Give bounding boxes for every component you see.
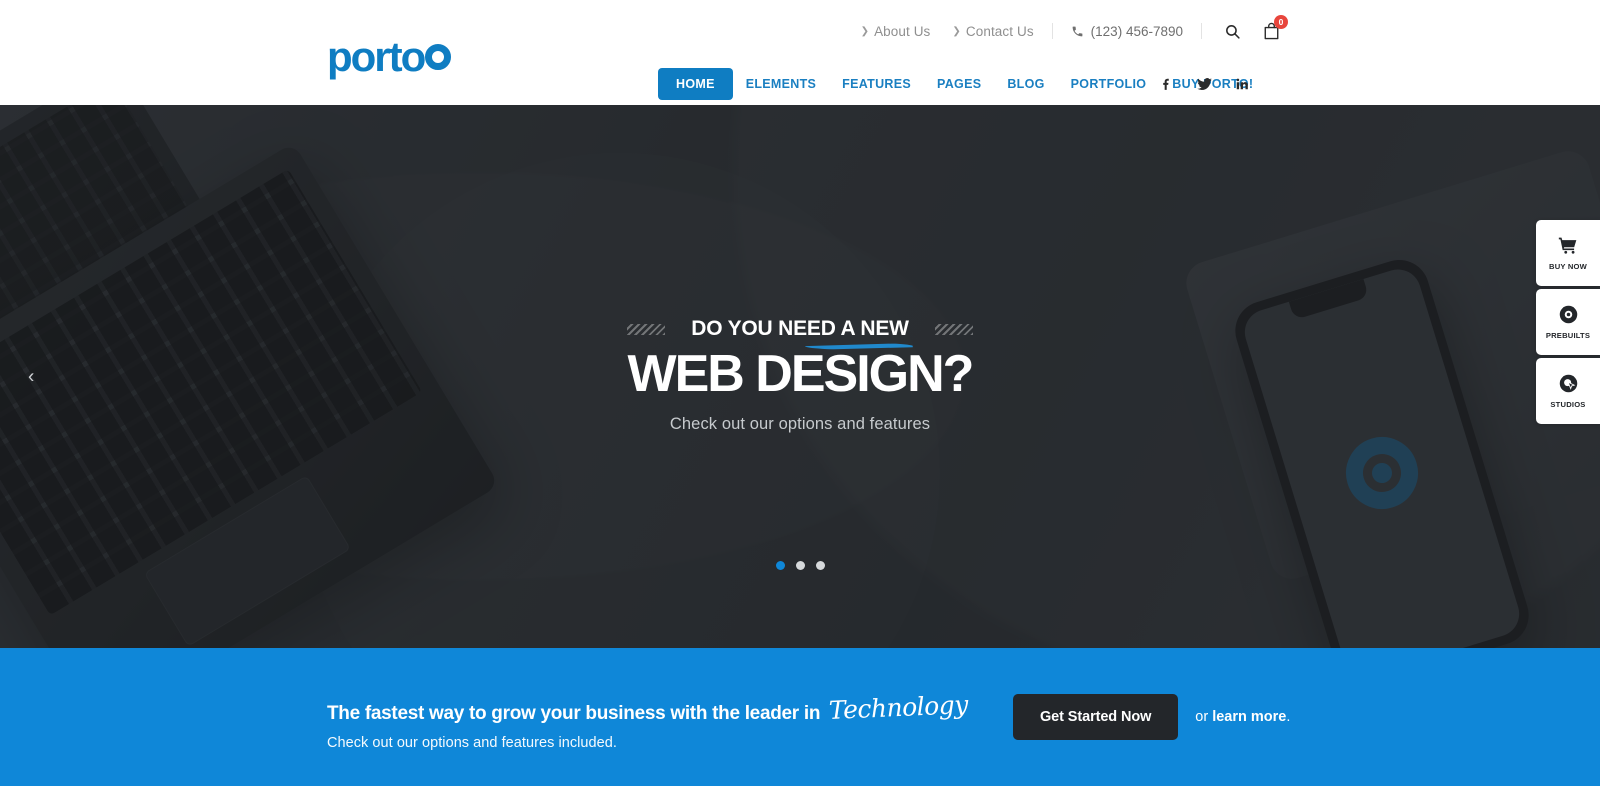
cta-banner: The fastest way to grow your business wi… <box>0 648 1600 786</box>
learn-more-link[interactable]: learn more <box>1212 709 1286 725</box>
stripe-decoration-right <box>934 323 973 335</box>
divider <box>1201 23 1202 39</box>
nav-item-features[interactable]: FEATURES <box>829 68 924 100</box>
phone-number[interactable]: (123) 456-7890 <box>1071 24 1183 39</box>
twitter-icon <box>1197 77 1212 90</box>
search-icon <box>1226 24 1240 39</box>
top-bar-icons: 0 <box>1224 15 1288 40</box>
cta-subtitle: Check out our options and features inclu… <box>327 735 617 751</box>
top-bar: ❯ About Us ❯ Contact Us (123) 456-7890 0 <box>0 0 1600 62</box>
cta-or-text: or <box>1195 709 1213 725</box>
top-link-about-us[interactable]: ❯ About Us <box>861 24 931 39</box>
logo-ring-icon <box>425 44 452 70</box>
side-tab-buy-now[interactable]: BUY NOW <box>1536 220 1600 286</box>
side-tab-prebuilts[interactable]: PREBUILTS <box>1536 289 1600 355</box>
chevron-right-icon: ❯ <box>952 25 961 37</box>
cart-button[interactable]: 0 <box>1263 15 1288 40</box>
carousel-pagination <box>0 561 1600 570</box>
hero-slider: ‹ DO YOU NEED A NEW WEB DESIGN? Check ou… <box>0 105 1600 648</box>
stripe-decoration-left <box>627 323 666 335</box>
side-tab-buy-now-label: BUY NOW <box>1549 261 1587 271</box>
cta-text-block: The fastest way to grow your business wi… <box>327 690 969 751</box>
hero-eyebrow-row: DO YOU NEED A NEW <box>627 317 973 341</box>
side-tab-studios-label: STUDIOS <box>1550 400 1586 409</box>
disc-icon <box>1559 305 1577 324</box>
nav-item-portfolio[interactable]: PORTFOLIO <box>1058 68 1160 100</box>
cta-action-block: Get Started Now or learn more. <box>1013 694 1290 740</box>
logo[interactable]: porto <box>327 33 452 80</box>
facebook-link[interactable] <box>1160 76 1174 92</box>
nav-item-elements[interactable]: ELEMENTS <box>733 68 829 100</box>
nav-item-blog[interactable]: BLOG <box>994 68 1057 100</box>
social-links <box>1160 76 1249 92</box>
cta-title-script: Technology <box>828 689 969 726</box>
chevron-right-icon: ❯ <box>860 25 870 37</box>
cta-title: The fastest way to grow your business wi… <box>327 690 969 725</box>
nav-item-home[interactable]: HOME <box>658 67 733 100</box>
cart-count-badge: 0 <box>1274 15 1288 29</box>
carousel-dot-2[interactable] <box>795 561 805 570</box>
carousel-dot-3[interactable] <box>815 561 825 570</box>
site-header: porto HOME ELEMENTS FEATURES PAGES BLOG … <box>0 36 1600 105</box>
side-tab-studios[interactable]: STUDIOS <box>1536 358 1600 424</box>
cursor-click-icon <box>1559 374 1577 393</box>
carousel-prev-button[interactable]: ‹ <box>28 367 34 386</box>
linkedin-link[interactable] <box>1235 76 1249 92</box>
phone-icon <box>1072 26 1083 36</box>
side-tab-prebuilts-label: PREBUILTS <box>1545 331 1591 340</box>
hero-headline: WEB DESIGN? <box>627 345 975 403</box>
hero-eyebrow: DO YOU NEED A NEW <box>691 317 909 340</box>
top-link-contact-us[interactable]: ❯ Contact Us <box>952 24 1033 39</box>
linkedin-icon <box>1236 78 1248 89</box>
twitter-link[interactable] <box>1196 76 1213 92</box>
cta-title-main: The fastest way to grow your business wi… <box>327 703 821 724</box>
facebook-icon <box>1163 78 1169 90</box>
top-bar-inner: ❯ About Us ❯ Contact Us (123) 456-7890 0 <box>839 15 1288 40</box>
nav-item-pages[interactable]: PAGES <box>924 68 994 100</box>
hero-subheadline: Check out our options and features <box>669 415 931 434</box>
carousel-dot-1[interactable] <box>775 561 785 570</box>
divider <box>1051 23 1053 39</box>
top-link-contact-us-label: Contact Us <box>965 23 1034 39</box>
get-started-button[interactable]: Get Started Now <box>1013 694 1179 740</box>
logo-text: porto <box>327 33 426 80</box>
search-button[interactable] <box>1224 23 1241 40</box>
phone-number-label: (123) 456-7890 <box>1090 23 1183 39</box>
cta-learn-more-text: or learn more. <box>1195 709 1290 725</box>
shopping-cart-icon <box>1558 237 1577 254</box>
cta-period: . <box>1286 709 1291 725</box>
side-tab-panel: BUY NOW PREBUILTS STUDIOS <box>1536 220 1600 424</box>
top-link-about-us-label: About Us <box>874 23 931 39</box>
